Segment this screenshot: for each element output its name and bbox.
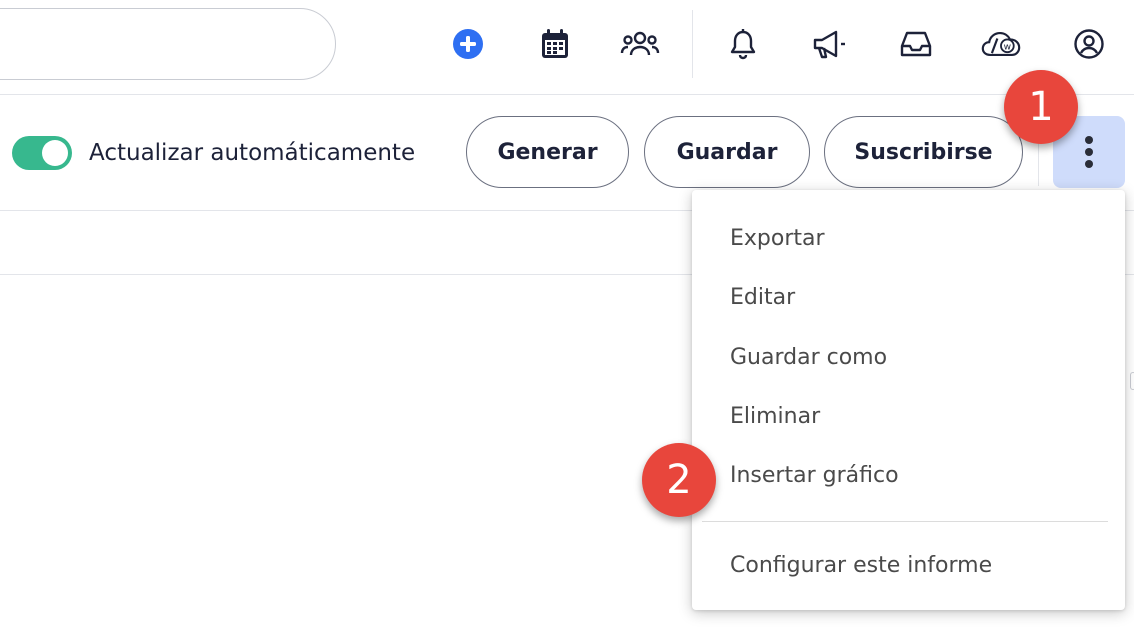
subscribe-button[interactable]: Suscribirse: [824, 116, 1023, 188]
team-icon[interactable]: [620, 24, 660, 64]
step-badge-2: 2: [642, 443, 716, 517]
bell-icon[interactable]: [723, 24, 763, 64]
add-icon[interactable]: [448, 24, 488, 64]
scroll-handle[interactable]: [1130, 372, 1134, 390]
menu-item-insert-chart[interactable]: Insertar gráfico: [692, 448, 1125, 504]
megaphone-icon[interactable]: [809, 24, 849, 64]
top-bar: w: [0, 0, 1134, 95]
search-input[interactable]: [0, 8, 336, 80]
header-divider: [692, 10, 693, 78]
kebab-vertical-icon: [1085, 136, 1093, 168]
menu-item-edit[interactable]: Editar: [692, 270, 1125, 326]
auto-update-label: Actualizar automáticamente: [89, 140, 416, 166]
inbox-icon[interactable]: [896, 24, 936, 64]
cloud-w-icon[interactable]: w: [981, 24, 1021, 64]
cloud-w-letter: w: [1004, 42, 1012, 52]
menu-item-configure-report[interactable]: Configurar este informe: [692, 538, 1125, 594]
menu-item-save-as[interactable]: Guardar como: [692, 330, 1125, 386]
menu-divider: [702, 521, 1108, 522]
generate-button[interactable]: Generar: [466, 116, 629, 188]
more-options-menu: Exportar Editar Guardar como Eliminar In…: [692, 190, 1125, 610]
step-badge-1: 1: [1004, 70, 1078, 144]
user-account-icon[interactable]: [1069, 24, 1109, 64]
menu-item-export[interactable]: Exportar: [692, 211, 1125, 267]
toggle-knob: [42, 140, 68, 166]
menu-item-delete[interactable]: Eliminar: [692, 389, 1125, 445]
save-button[interactable]: Guardar: [644, 116, 810, 188]
auto-update-toggle[interactable]: [12, 136, 72, 170]
calendar-icon[interactable]: [535, 24, 575, 64]
